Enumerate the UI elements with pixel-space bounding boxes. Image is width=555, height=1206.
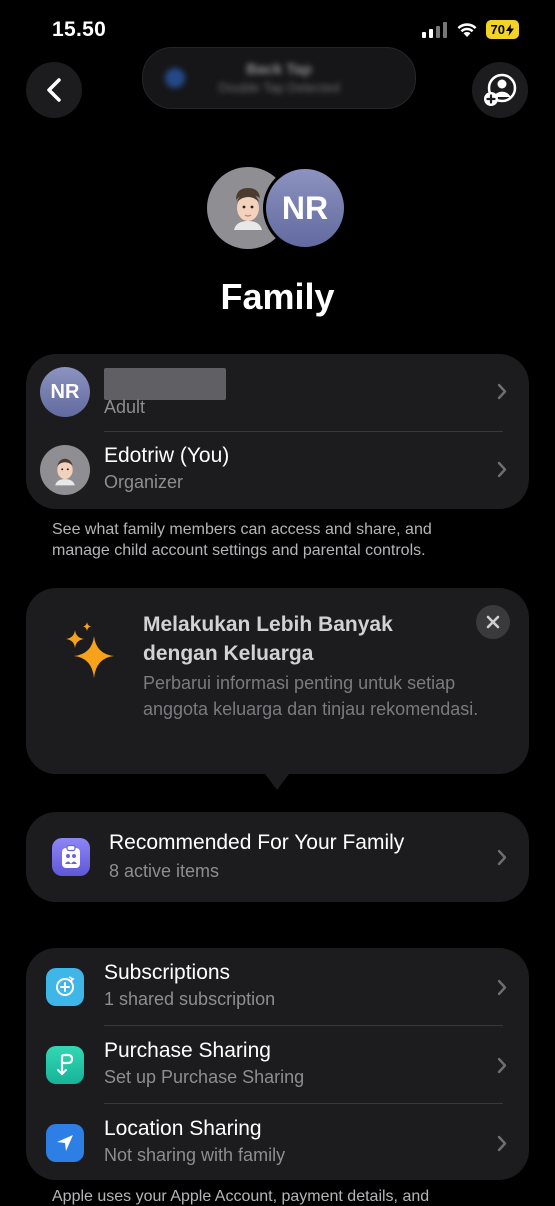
member-name: Edotriw (You) [104,444,230,467]
member-avatar: NR [40,367,90,417]
family-features-list: Subscriptions 1 shared subscription Purc… [26,948,529,1180]
battery-level: 70 [490,22,505,37]
redacted-name [104,368,226,400]
chevron-right-icon [497,383,507,400]
member-row-organizer[interactable]: Edotriw (You) Organizer [26,432,529,510]
battery-indicator: 70 [485,20,519,39]
members-footnote: See what family members can access and s… [52,521,432,559]
back-button[interactable] [26,62,82,118]
add-person-icon [484,73,517,106]
tip-pointer [262,770,292,790]
status-time: 15.50 [52,18,107,41]
chevron-right-icon [497,849,507,866]
feature-subtitle: Set up Purchase Sharing [104,1067,305,1087]
subscriptions-glyph-icon [56,976,75,996]
members-list: NR Adult Edotriw (You) Organizer [26,354,529,509]
chevron-right-icon [497,1057,507,1074]
member-memoji-avatar [40,445,90,495]
notification-subtitle: Double Tap Detected [218,80,340,95]
member-role: Organizer [104,472,184,492]
recommended-subtitle: 8 active items [109,861,220,881]
member-avatar-nr: NR [263,166,347,250]
feature-subtitle: 1 shared subscription [104,989,276,1009]
chevron-right-icon [497,979,507,996]
dynamic-island-notification: Back Tap Double Tap Detected [142,47,416,109]
recommended-for-family-row[interactable]: Recommended For Your Family 8 active ite… [26,812,529,902]
add-member-button[interactable] [472,62,528,118]
memoji-face-icon [234,188,262,230]
cellular-signal-icon [421,21,447,38]
member-role: Adult [104,397,146,417]
feature-title: Location Sharing [104,1117,262,1140]
location-sharing-row[interactable]: Location Sharing Not sharing with family [26,1104,529,1182]
purchase-sharing-glyph-icon [57,1053,74,1076]
charging-bolt-icon [506,23,514,36]
family-tip-card: Melakukan Lebih Banyak dengan Keluarga P… [26,588,529,774]
notification-title: Back Tap [246,61,312,78]
memoji-face-icon [55,458,75,486]
location-arrow-glyph-icon [57,1135,73,1151]
tip-title: Melakukan Lebih Banyak dengan Keluarga [143,613,393,665]
feature-title: Subscriptions [104,961,231,984]
wifi-icon [457,23,477,37]
purchase-sharing-row[interactable]: Purchase Sharing Set up Purchase Sharing [26,1026,529,1104]
chevron-left-icon [47,78,61,102]
purchase-sharing-icon [46,1046,84,1084]
feature-subtitle: Not sharing with family [104,1145,286,1165]
sparkles-icon [66,622,114,678]
apple-account-footnote: Apple uses your Apple Account, payment d… [52,1188,430,1205]
close-tip-button[interactable] [476,605,510,639]
notification-app-icon [165,68,185,88]
page-title: Family [220,276,335,317]
feature-title: Purchase Sharing [104,1039,271,1062]
chevron-right-icon [497,1135,507,1152]
close-icon [486,615,500,629]
recommended-title: Recommended For Your Family [109,831,405,854]
family-checklist-icon [52,838,90,876]
subscriptions-icon [46,968,84,1006]
member-row-adult[interactable]: NR Adult [26,354,529,432]
location-arrow-icon [46,1124,84,1162]
status-icons: 70 [421,20,519,39]
checklist-glyph-icon [62,845,80,868]
tip-body: Perbarui informasi penting untuk setiap … [143,673,479,719]
chevron-right-icon [497,461,507,478]
subscriptions-row[interactable]: Subscriptions 1 shared subscription [26,948,529,1026]
